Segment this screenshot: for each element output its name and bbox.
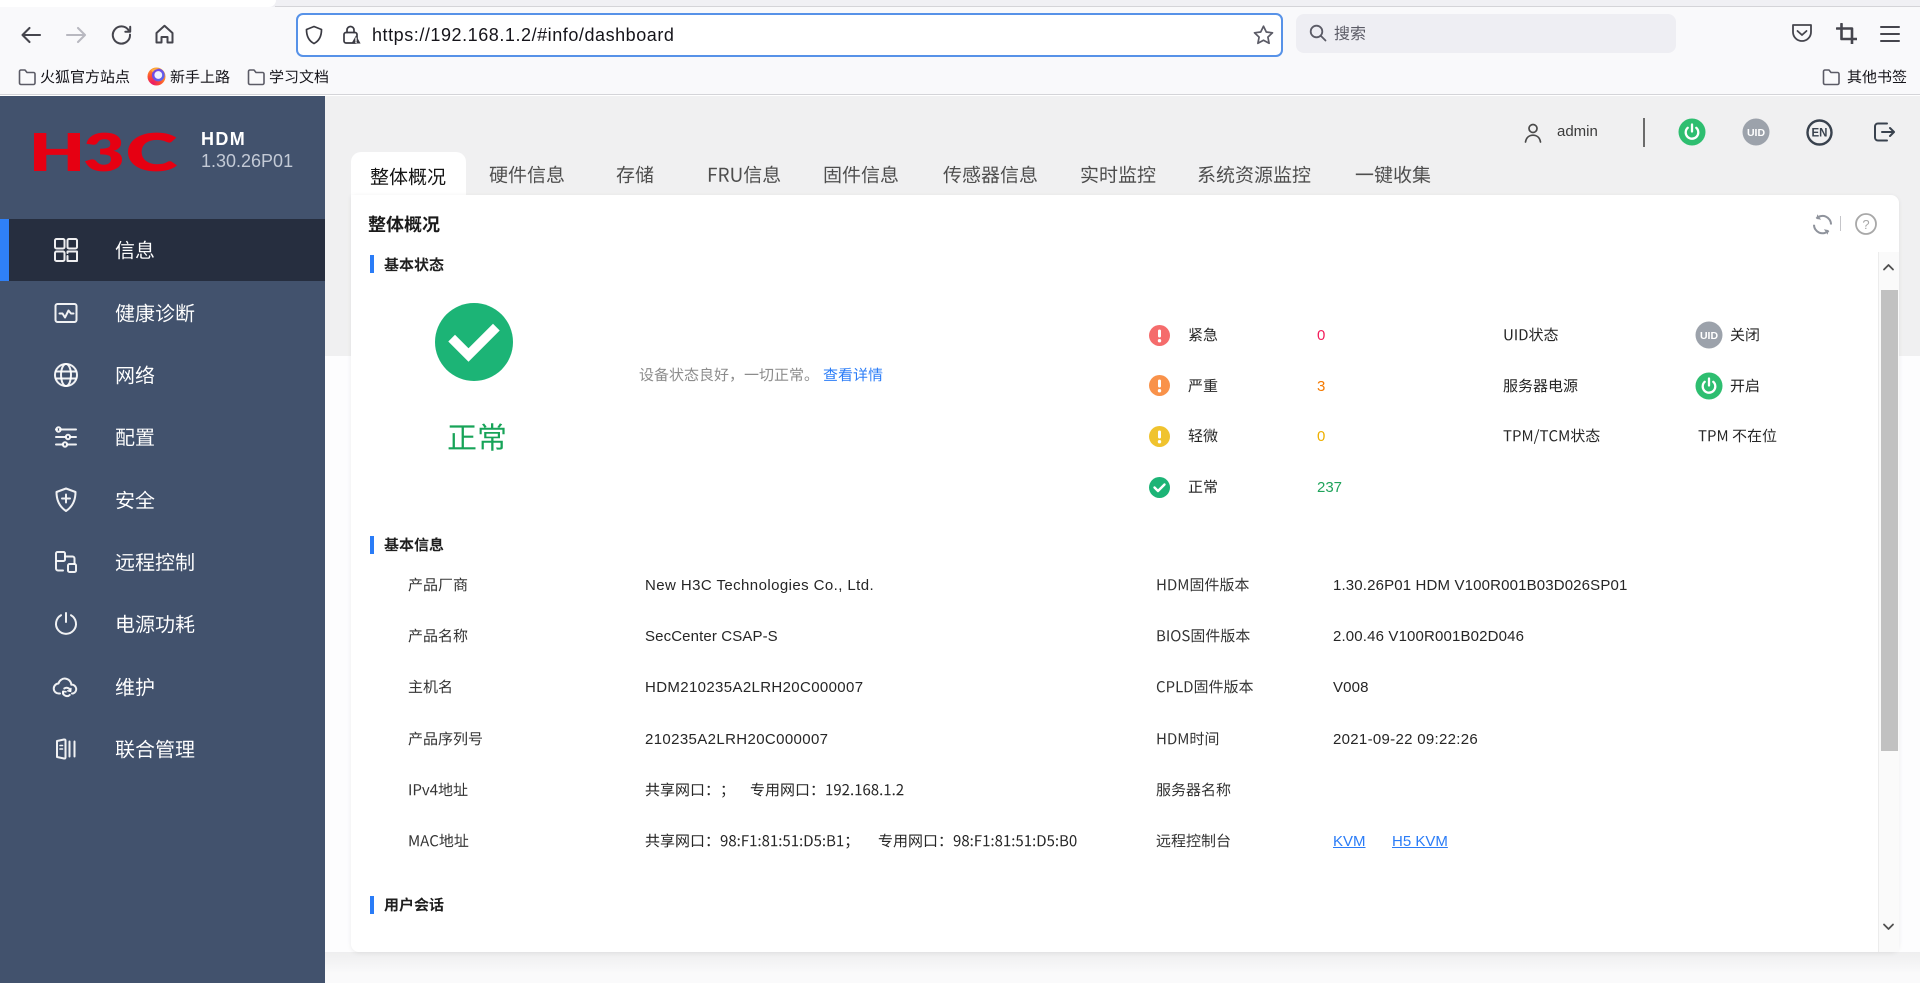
svg-text:EN: EN bbox=[1812, 128, 1828, 140]
svg-text:?: ? bbox=[1862, 217, 1869, 232]
svg-text:UID: UID bbox=[1700, 330, 1719, 342]
svg-text:UID: UID bbox=[1747, 127, 1766, 139]
